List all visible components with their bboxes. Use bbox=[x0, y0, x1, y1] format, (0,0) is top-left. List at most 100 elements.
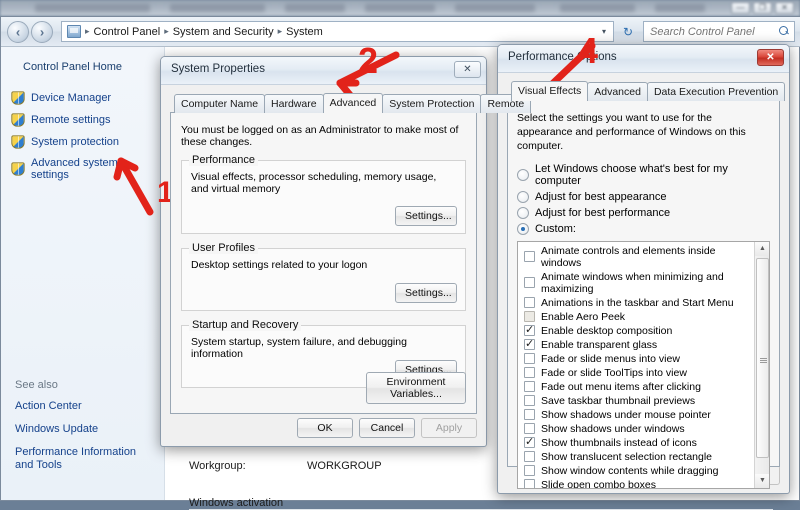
checkbox-icon[interactable] bbox=[524, 251, 535, 263]
radio-best-performance[interactable]: Adjust for best performance bbox=[517, 206, 770, 219]
back-button[interactable]: ‹ bbox=[7, 20, 29, 43]
list-item-label: Animate controls and elements inside win… bbox=[541, 244, 716, 269]
search-input[interactable] bbox=[648, 24, 779, 39]
checkbox-icon-checked[interactable] bbox=[524, 435, 535, 449]
ok-button[interactable]: OK bbox=[297, 418, 353, 438]
radio-let-windows-choose[interactable]: Let Windows choose what's best for my co… bbox=[517, 163, 770, 187]
checkbox-icon[interactable] bbox=[524, 353, 535, 365]
sidebar-item-system-protection[interactable]: System protection bbox=[1, 131, 164, 153]
apply-button: Apply bbox=[421, 418, 477, 438]
see-also-link-windows-update[interactable]: Windows Update bbox=[15, 423, 165, 437]
list-item[interactable]: Animate controls and elements inside win… bbox=[520, 244, 754, 270]
sidebar-item-remote-settings[interactable]: Remote settings bbox=[1, 109, 164, 131]
see-also-link-performance-information[interactable]: Performance Information and Tools bbox=[15, 446, 165, 474]
list-item[interactable]: Show thumbnails instead of icons bbox=[520, 435, 754, 450]
system-properties-titlebar[interactable]: System Properties ✕ bbox=[161, 57, 486, 85]
radio-best-appearance[interactable]: Adjust for best appearance bbox=[517, 190, 770, 203]
list-item-label: Save taskbar thumbnail previews bbox=[541, 394, 696, 407]
scrollbar-thumb[interactable] bbox=[756, 257, 769, 458]
admin-notice: You must be logged on as an Administrato… bbox=[181, 124, 459, 148]
search-box[interactable] bbox=[643, 21, 795, 42]
list-item[interactable]: Fade out menu items after clicking bbox=[520, 380, 754, 394]
user-profiles-group: User Profiles Desktop settings related t… bbox=[181, 242, 466, 311]
radio-custom[interactable]: Custom: bbox=[517, 222, 770, 235]
sidebar-item-advanced-system-settings[interactable]: Advanced system settings bbox=[1, 153, 164, 185]
breadcrumb-item-control-panel[interactable]: Control Panel bbox=[91, 26, 164, 38]
tab-computer-name[interactable]: Computer Name bbox=[174, 94, 266, 113]
radio-label: Let Windows choose what's best for my co… bbox=[535, 162, 728, 187]
breadcrumb-item-system-and-security[interactable]: System and Security bbox=[170, 26, 277, 38]
checkbox-icon-checked[interactable] bbox=[524, 323, 535, 337]
close-icon[interactable]: ✕ bbox=[454, 61, 481, 78]
workgroup-label: Workgroup: bbox=[189, 460, 246, 472]
forward-button[interactable]: › bbox=[31, 20, 53, 43]
tab-advanced[interactable]: Advanced bbox=[322, 93, 384, 113]
list-item[interactable]: Fade or slide menus into view bbox=[520, 352, 754, 366]
checkbox-icon[interactable] bbox=[524, 277, 535, 289]
tab-visual-effects[interactable]: Visual Effects bbox=[511, 81, 589, 101]
user-profiles-settings-button[interactable]: Settings... bbox=[395, 283, 457, 303]
list-item[interactable]: Show translucent selection rectangle bbox=[520, 450, 754, 464]
chevron-down-icon[interactable]: ▾ bbox=[597, 27, 611, 36]
cancel-button[interactable]: Cancel bbox=[359, 418, 415, 438]
visual-effects-items: Animate controls and elements inside win… bbox=[518, 242, 754, 488]
see-also-link-action-center[interactable]: Action Center bbox=[15, 400, 165, 414]
bg-minimize-icon: — bbox=[731, 2, 750, 14]
close-icon[interactable]: ✕ bbox=[757, 49, 784, 66]
control-panel-icon bbox=[67, 25, 81, 38]
visual-effects-listbox[interactable]: Animate controls and elements inside win… bbox=[517, 240, 770, 489]
list-item[interactable]: Animate windows when minimizing and maxi… bbox=[520, 270, 754, 296]
checkbox-icon[interactable] bbox=[524, 451, 535, 463]
checkbox-icon[interactable] bbox=[524, 409, 535, 421]
bg-maximize-icon: ❐ bbox=[753, 2, 772, 14]
checkbox-icon[interactable] bbox=[524, 311, 535, 323]
list-item[interactable]: Fade or slide ToolTips into view bbox=[520, 366, 754, 380]
scrollbar-grip-icon bbox=[760, 357, 767, 363]
sidebar-item-control-panel-home[interactable]: Control Panel Home bbox=[1, 61, 164, 73]
refresh-icon[interactable]: ↻ bbox=[617, 21, 639, 42]
environment-variables-button[interactable]: Environment Variables... bbox=[366, 372, 466, 404]
list-item[interactable]: Animations in the taskbar and Start Menu bbox=[520, 296, 754, 310]
checkbox-icon[interactable] bbox=[524, 479, 535, 488]
visual-effects-radio-group: Let Windows choose what's best for my co… bbox=[517, 163, 770, 235]
list-item[interactable]: Slide open combo boxes bbox=[520, 478, 754, 488]
system-properties-footer: OK Cancel Apply bbox=[297, 418, 477, 438]
tab-hardware[interactable]: Hardware bbox=[264, 94, 324, 113]
radio-icon bbox=[517, 190, 529, 203]
breadcrumb-item-system[interactable]: System bbox=[283, 26, 326, 38]
shield-icon bbox=[11, 135, 25, 149]
list-item-label: Fade out menu items after clicking bbox=[541, 380, 701, 393]
breadcrumb[interactable]: ▸ Control Panel ▸ System and Security ▸ … bbox=[61, 21, 614, 42]
background-window-controls: — ❐ ✕ bbox=[731, 2, 794, 14]
scrollbar[interactable]: ▲ ▼ bbox=[754, 241, 769, 488]
list-item[interactable]: Show window contents while dragging bbox=[520, 464, 754, 478]
see-also-title: See also bbox=[15, 379, 58, 391]
checkbox-icon[interactable] bbox=[524, 395, 535, 407]
list-item-label: Show translucent selection rectangle bbox=[541, 450, 713, 463]
performance-options-titlebar[interactable]: Performance Options ✕ bbox=[498, 45, 789, 73]
checkbox-icon[interactable] bbox=[524, 423, 535, 435]
checkbox-icon[interactable] bbox=[524, 297, 535, 309]
checkbox-icon-checked[interactable] bbox=[524, 337, 535, 351]
list-item[interactable]: Enable Aero Peek bbox=[520, 310, 754, 324]
sidebar-item-label: Device Manager bbox=[31, 92, 112, 104]
list-item[interactable]: Show shadows under mouse pointer bbox=[520, 408, 754, 422]
sidebar-item-label: Advanced system settings bbox=[31, 157, 118, 181]
background-window-titlebar: — ❐ ✕ bbox=[0, 0, 800, 16]
checkbox-icon[interactable] bbox=[524, 465, 535, 477]
scroll-up-icon[interactable]: ▲ bbox=[755, 241, 769, 256]
tab-data-execution-prevention[interactable]: Data Execution Prevention bbox=[646, 82, 786, 101]
checkbox-icon[interactable] bbox=[524, 381, 535, 393]
list-item[interactable]: Enable desktop composition bbox=[520, 323, 754, 338]
sidebar-item-label: System protection bbox=[31, 136, 120, 148]
list-item[interactable]: Show shadows under windows bbox=[520, 422, 754, 436]
list-item[interactable]: Enable transparent glass bbox=[520, 337, 754, 352]
tab-system-protection[interactable]: System Protection bbox=[382, 94, 482, 113]
sidebar-item-device-manager[interactable]: Device Manager bbox=[1, 87, 164, 109]
tab-advanced[interactable]: Advanced bbox=[587, 82, 648, 101]
scroll-down-icon[interactable]: ▼ bbox=[755, 473, 769, 488]
list-item[interactable]: Save taskbar thumbnail previews bbox=[520, 394, 754, 408]
checkbox-icon[interactable] bbox=[524, 367, 535, 379]
performance-options-title: Performance Options bbox=[508, 51, 617, 63]
performance-settings-button[interactable]: Settings... bbox=[395, 206, 457, 226]
